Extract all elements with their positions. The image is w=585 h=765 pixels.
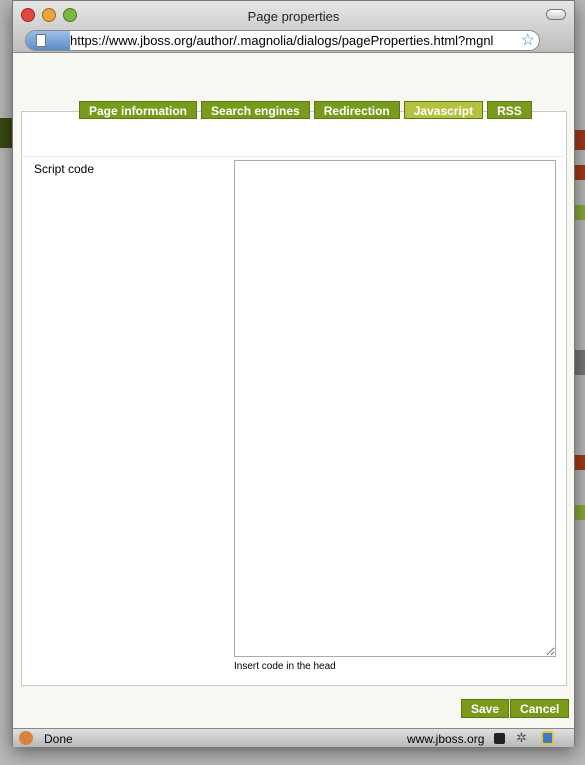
tab-javascript[interactable]: Javascript — [403, 101, 484, 119]
background-strip — [575, 455, 585, 470]
status-domain: www.jboss.org — [407, 732, 485, 746]
background-strip — [575, 165, 585, 180]
cancel-button[interactable]: Cancel — [510, 699, 570, 718]
tab-bar: Page information Search engines Redirect… — [79, 101, 532, 119]
window-title: Page properties — [247, 9, 340, 24]
tab-search-engines[interactable]: Search engines — [201, 101, 310, 119]
save-button[interactable]: Save — [461, 699, 510, 718]
tab-redirection[interactable]: Redirection — [313, 101, 400, 119]
title-bar: Page properties https://www.jboss.org/au… — [13, 1, 574, 53]
background-strip — [575, 205, 585, 220]
background-strip — [575, 350, 585, 375]
dialog-buttons: Save Cancel — [461, 699, 570, 718]
url-bar[interactable]: https://www.jboss.org/author/.magnolia/d… — [25, 30, 540, 51]
page-icon — [26, 31, 70, 50]
bug-icon[interactable]: ✲ — [516, 730, 527, 746]
update-icon[interactable] — [541, 731, 554, 745]
status-text: Done — [44, 732, 73, 746]
status-bar: Done www.jboss.org ✲ — [13, 728, 574, 747]
script-code-help: Insert code in the head — [234, 661, 336, 672]
script-code-textarea[interactable] — [234, 160, 556, 657]
lock-icon[interactable] — [494, 733, 505, 744]
tab-page-information[interactable]: Page information — [79, 101, 198, 119]
popup-window: Page properties https://www.jboss.org/au… — [12, 0, 575, 747]
tab-rss[interactable]: RSS — [487, 101, 532, 119]
url-text[interactable]: https://www.jboss.org/author/.magnolia/d… — [70, 33, 520, 48]
divider — [21, 156, 567, 157]
bookmark-star-icon[interactable]: ☆ — [521, 31, 535, 50]
background-strip — [575, 130, 585, 150]
background-strip — [0, 118, 12, 148]
toolbar-toggle-button[interactable] — [546, 9, 566, 20]
background-strip — [575, 505, 585, 520]
firefox-icon — [19, 731, 33, 745]
script-code-label: Script code — [34, 162, 95, 176]
